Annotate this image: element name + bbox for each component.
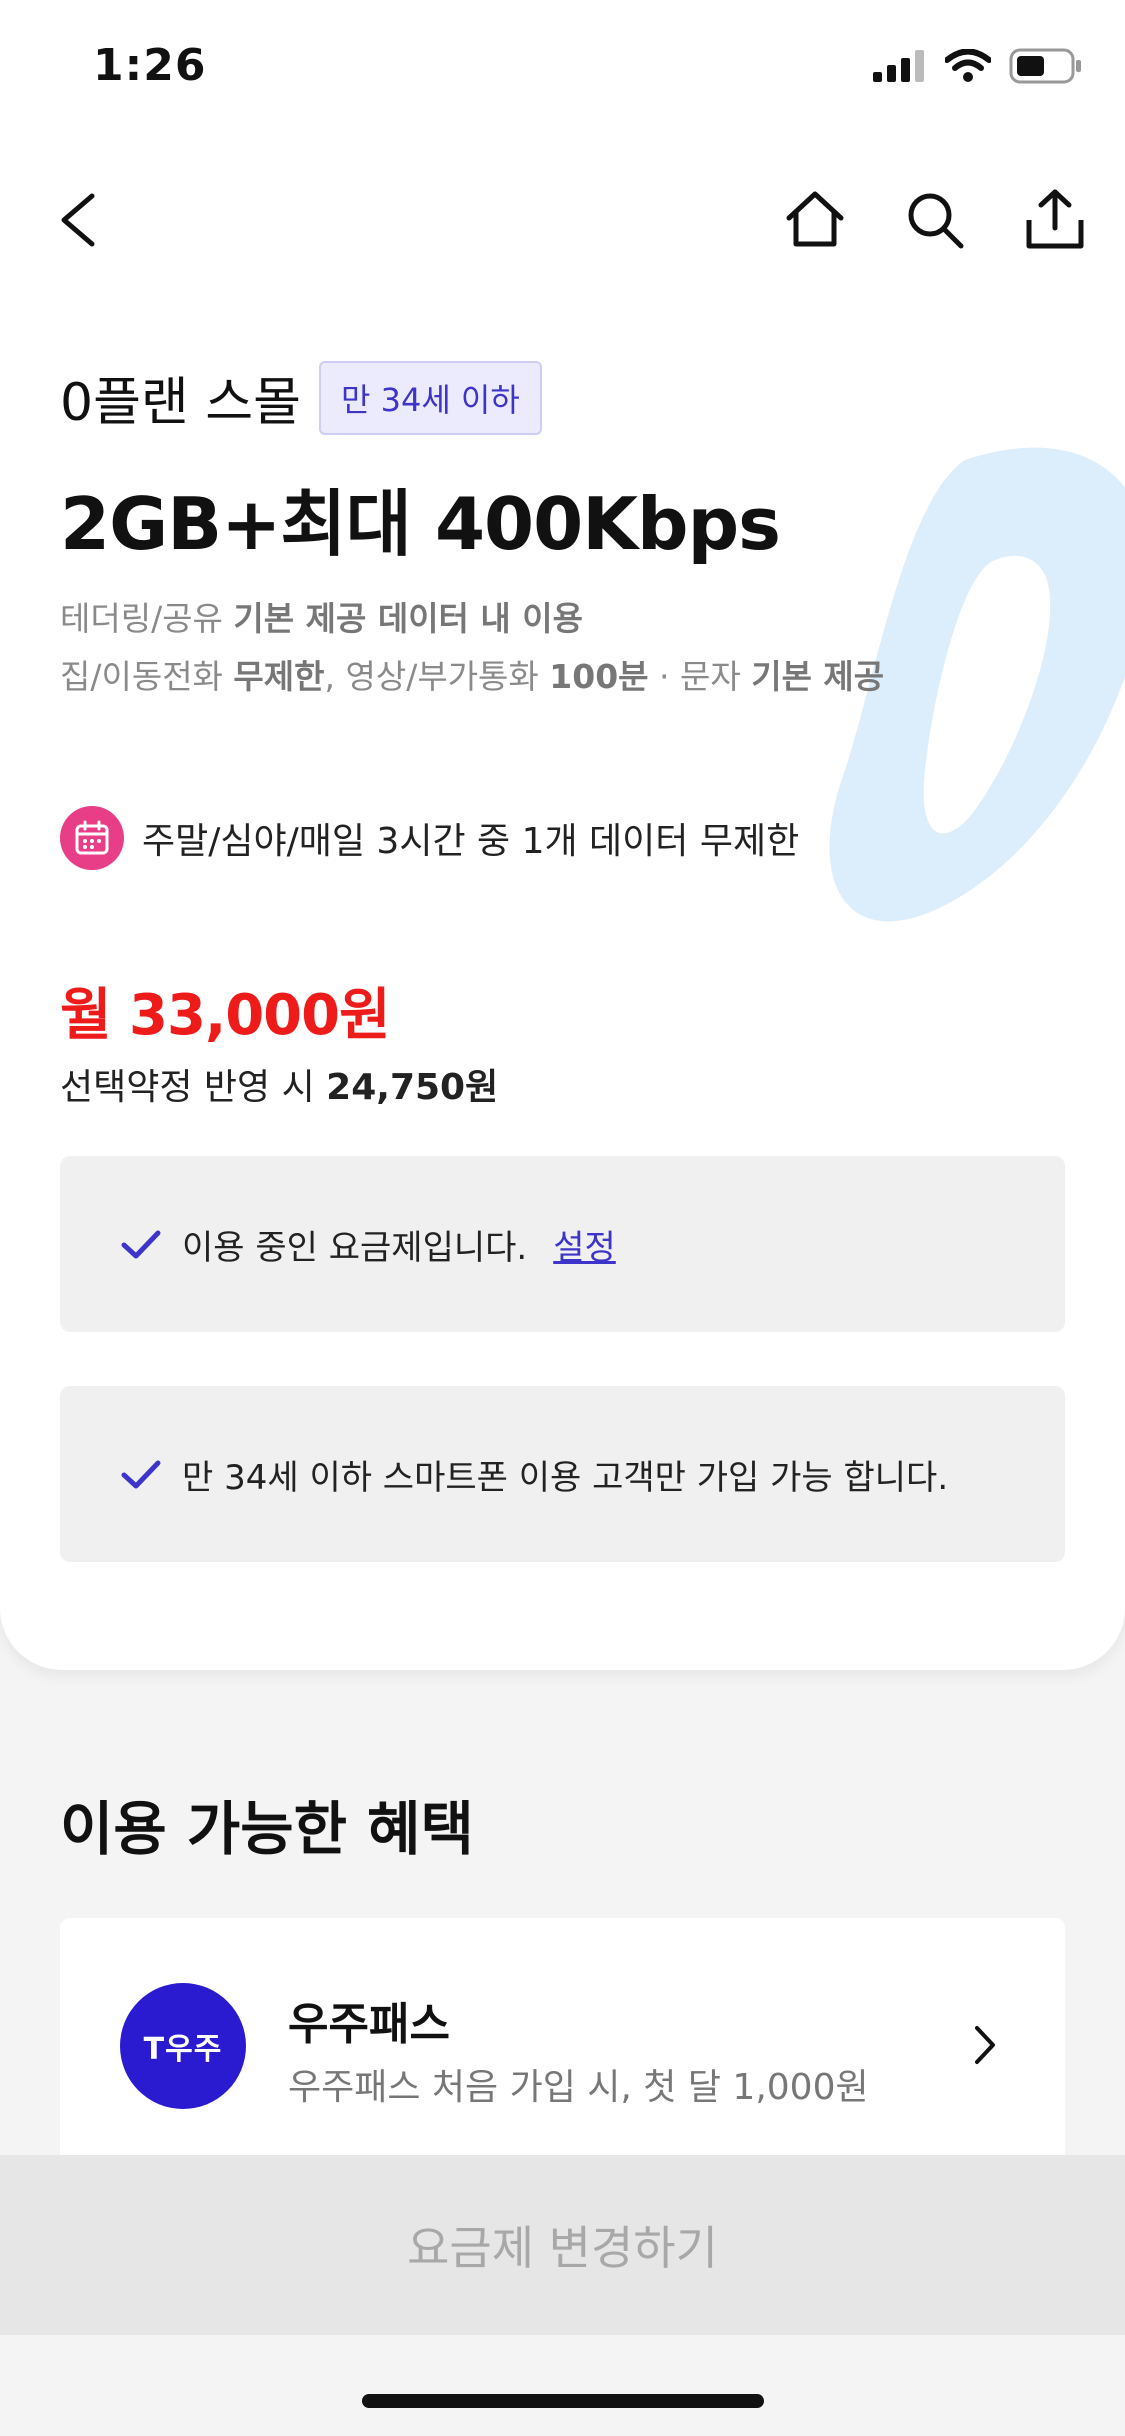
plan-name: 0플랜 스몰 — [60, 373, 301, 433]
desc-text: · 문자 — [648, 657, 752, 696]
desc-text: , 영상/부가통화 — [324, 657, 550, 696]
plan-desc-calls: 집/이동전화 무제한, 영상/부가통화 100분 · 문자 기본 제공 — [60, 650, 884, 698]
plan-data-title: 2GB+최대 400Kbps — [60, 482, 781, 566]
wifi-icon — [944, 48, 992, 87]
benefit-desc: 우주패스 처음 가입 시, 첫 달 1,000원 — [288, 2067, 869, 2108]
desc-bold: 기본 제공 데이터 내 이용 — [233, 599, 583, 638]
desc-text: 테더링/공유 — [60, 599, 234, 638]
signal-icon — [873, 50, 927, 86]
age-limit-badge: 만 34세 이하 — [318, 360, 542, 435]
status-icons — [873, 48, 1083, 88]
settings-link[interactable]: 설정 — [553, 1220, 616, 1269]
eligibility-notice: 만 34세 이하 스마트폰 이용 고객만 가입 가능 합니다. — [60, 1386, 1065, 1562]
plan-card: 1:26 0플랜 스몰 만 34세 이하 2GB+최대 400Kbps 테더링/… — [0, 0, 1125, 1670]
desc-bold: 기본 제공 — [751, 657, 885, 696]
current-plan-text: 이용 중인 요금제입니다. — [182, 1227, 528, 1268]
nav-actions — [775, 180, 1095, 260]
check-icon — [121, 1230, 161, 1259]
battery-icon — [1009, 48, 1083, 88]
calendar-icon — [60, 806, 124, 870]
discount-value: 24,750원 — [326, 1067, 499, 1108]
eligibility-text: 만 34세 이하 스마트폰 이용 고객만 가입 가능 합니다. — [182, 1457, 949, 1498]
uzupass-logo: T우주 — [120, 1983, 246, 2109]
current-plan-notice: 이용 중인 요금제입니다. 설정 — [60, 1156, 1065, 1332]
unlimited-data-text: 주말/심야/매일 3시간 중 1개 데이터 무제한 — [142, 821, 800, 862]
desc-text: 집/이동전화 — [60, 657, 234, 696]
contract-discount-price: 선택약정 반영 시 24,750원 — [60, 1058, 498, 1110]
benefit-name: 우주패스 — [288, 1999, 450, 2050]
plan-desc-tethering: 테더링/공유 기본 제공 데이터 내 이용 — [60, 592, 583, 640]
top-nav — [0, 180, 1125, 260]
unlimited-data-feature: 주말/심야/매일 3시간 중 1개 데이터 무제한 — [60, 806, 799, 870]
search-icon[interactable] — [895, 180, 975, 260]
share-icon[interactable] — [1015, 180, 1095, 260]
home-icon[interactable] — [775, 180, 855, 260]
check-icon — [121, 1460, 161, 1489]
desc-bold: 100분 — [549, 657, 649, 696]
status-time: 1:26 — [93, 40, 207, 91]
home-indicator — [362, 2394, 764, 2408]
benefits-section-title: 이용 가능한 혜택 — [60, 1795, 474, 1863]
monthly-price: 월 33,000원 — [60, 983, 391, 1048]
status-bar: 1:26 — [0, 0, 1125, 140]
plan-header: 0플랜 스몰 만 34세 이하 — [60, 360, 542, 435]
change-plan-button[interactable]: 요금제 변경하기 — [0, 2155, 1125, 2335]
back-button[interactable] — [52, 180, 112, 260]
zero-plan-watermark — [829, 447, 1125, 922]
desc-bold: 무제한 — [233, 657, 325, 696]
discount-label: 선택약정 반영 시 — [60, 1067, 327, 1108]
chevron-right-icon — [975, 2026, 995, 2064]
